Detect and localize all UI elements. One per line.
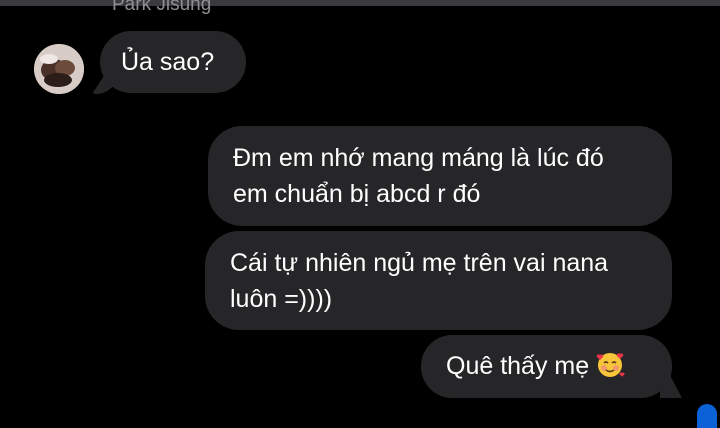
top-divider	[0, 0, 720, 6]
sender-name: Park Jisung	[112, 0, 212, 15]
message-text-line: Cái tự nhiên ngủ mẹ trên vai nana	[230, 249, 609, 277]
outgoing-message-1[interactable]: Đm em nhớ mang máng là lúc đó em chuẩn b…	[208, 126, 672, 226]
outgoing-message-3[interactable]: Quê thấy mẹ	[421, 335, 672, 398]
scroll-to-bottom-indicator[interactable]	[697, 404, 717, 428]
incoming-message[interactable]: Ủa sao?	[100, 31, 246, 93]
message-text: Ủa sao?	[121, 48, 215, 76]
smiling-face-with-hearts-icon	[596, 353, 625, 377]
message-text-line: luôn =))))	[230, 285, 333, 313]
message-text-line: Quê thấy mẹ	[446, 348, 672, 384]
message-text: Quê thấy mẹ	[446, 352, 590, 380]
outgoing-message-2[interactable]: Cái tự nhiên ngủ mẹ trên vai nana luôn =…	[205, 231, 672, 330]
avatar-photo-icon	[34, 44, 84, 94]
message-text-line: em chuẩn bị abcd r đó	[233, 180, 481, 208]
avatar[interactable]	[34, 44, 84, 94]
chat-screen: Park Jisung Ủa sao? Đm em nhớ mang máng …	[0, 0, 720, 428]
message-text-line: Đm em nhớ mang máng là lúc đó	[233, 144, 604, 172]
